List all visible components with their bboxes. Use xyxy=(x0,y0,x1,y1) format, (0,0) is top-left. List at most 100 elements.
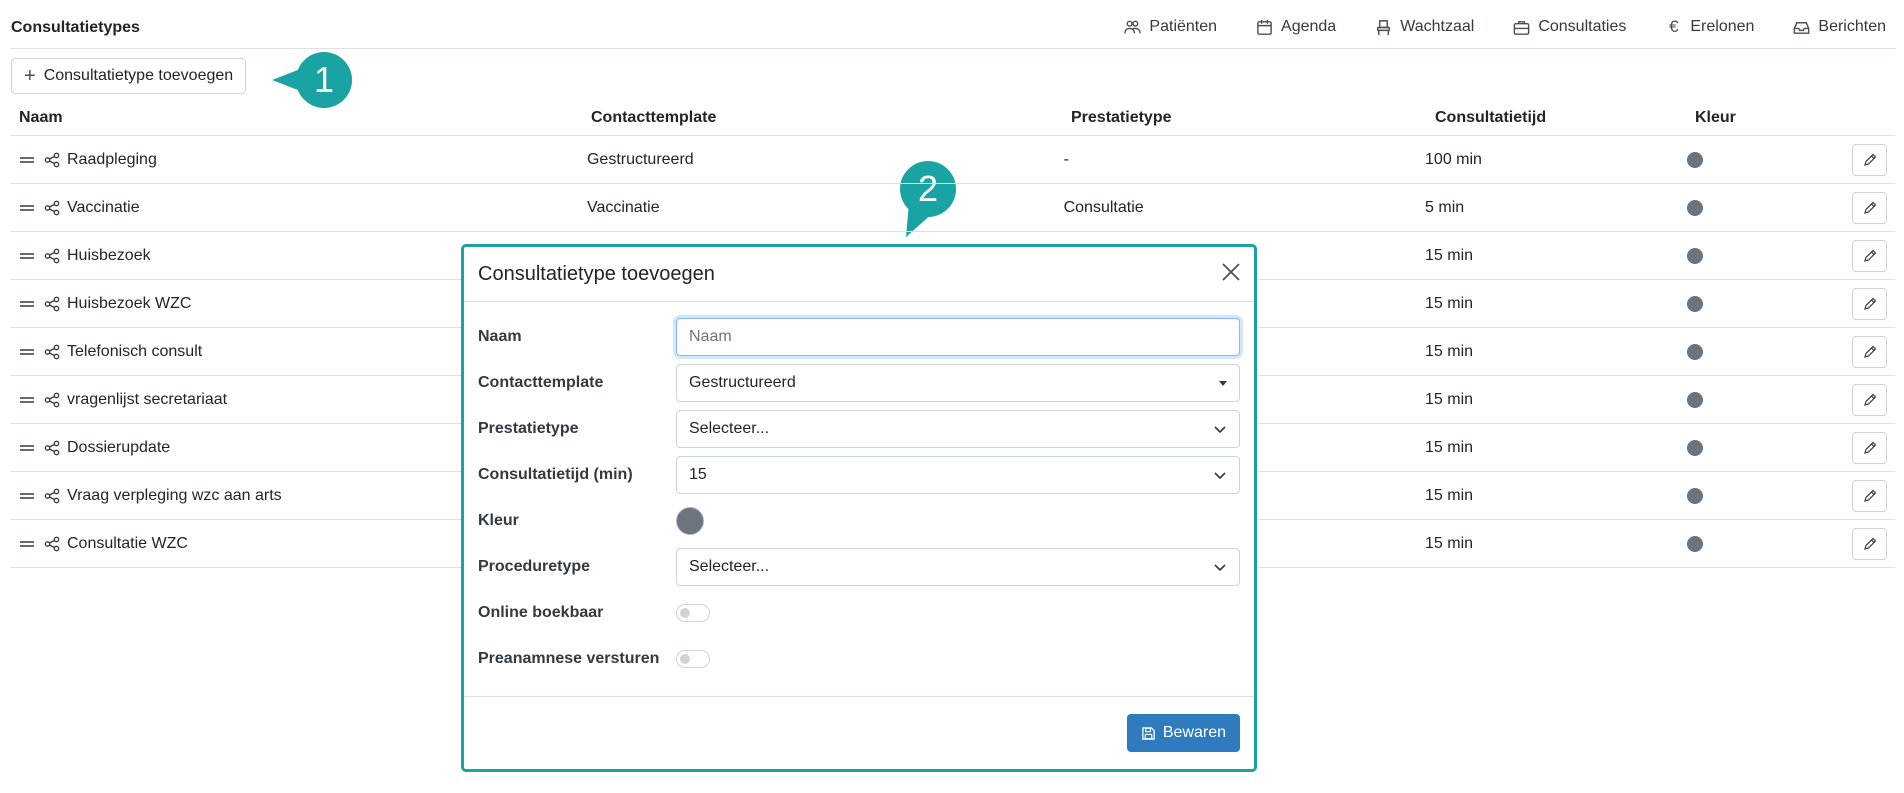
cell-kleur xyxy=(1683,535,1852,552)
naam-input[interactable] xyxy=(676,318,1240,356)
nav-agenda[interactable]: Agenda xyxy=(1255,17,1336,37)
edit-button[interactable] xyxy=(1852,479,1887,512)
cell-kleur xyxy=(1683,343,1852,360)
cell-consultatietijd: 5 min xyxy=(1425,198,1465,216)
proceduretype-select[interactable]: Selecteer... xyxy=(676,548,1240,586)
cell-edit xyxy=(1852,287,1895,320)
color-dot xyxy=(1687,439,1704,456)
field-label: Online boekbaar xyxy=(478,604,604,621)
cell-edit xyxy=(1852,239,1895,272)
drag-handle-icon[interactable] xyxy=(19,440,35,456)
cell-kleur xyxy=(1683,391,1852,408)
nav-berichten[interactable]: Berichten xyxy=(1792,17,1886,37)
table-row[interactable]: Raadpleging Gestructureerd - 100 min xyxy=(11,136,1895,184)
naam-text: Vraag verpleging wzc aan arts xyxy=(67,486,282,504)
close-icon[interactable] xyxy=(1220,261,1242,283)
cell-contacttemplate: Gestructureerd xyxy=(586,150,694,168)
edit-button[interactable] xyxy=(1852,335,1887,368)
color-dot xyxy=(1687,295,1704,312)
modal-title: Consultatietype toevoegen xyxy=(478,262,715,285)
cell-kleur xyxy=(1683,439,1852,456)
edit-button[interactable] xyxy=(1852,431,1887,464)
share-nodes-icon xyxy=(44,344,60,359)
drag-handle-icon[interactable] xyxy=(19,392,35,408)
naam-text: Huisbezoek WZC xyxy=(67,294,192,312)
drag-handle-icon[interactable] xyxy=(19,152,35,168)
naam-text: Vaccinatie xyxy=(67,198,140,216)
add-consultatietype-button[interactable]: + Consultatietype toevoegen xyxy=(11,58,247,94)
consultatietijd-select[interactable]: 15 xyxy=(676,456,1240,494)
calendar-icon xyxy=(1257,19,1272,35)
field-label: Naam xyxy=(478,328,522,345)
pencil-icon xyxy=(1863,489,1876,502)
field-prestatietype: Prestatietype Selecteer... xyxy=(478,406,1240,452)
column-header-contacttemplate[interactable]: Contacttemplate xyxy=(591,109,1071,127)
edit-button[interactable] xyxy=(1852,239,1887,272)
nav-label: Agenda xyxy=(1281,18,1337,35)
chevron-down-icon xyxy=(1214,564,1226,572)
cell-kleur xyxy=(1683,487,1852,504)
cell-consultatietijd: 15 min xyxy=(1425,342,1474,360)
drag-handle-icon[interactable] xyxy=(19,296,35,312)
color-dot xyxy=(1687,391,1704,408)
nav-label: Wachtzaal xyxy=(1400,18,1475,35)
table-row[interactable]: Vaccinatie Vaccinatie Consultatie 5 min xyxy=(11,184,1895,232)
column-header-kleur[interactable]: Kleur xyxy=(1695,109,1865,127)
field-label: Kleur xyxy=(478,512,519,529)
preanamnese-toggle[interactable] xyxy=(676,650,710,668)
prestatietype-select[interactable]: Selecteer... xyxy=(676,410,1240,448)
naam-text: Dossierupdate xyxy=(67,438,171,456)
nav-erelonen[interactable]: € Erelonen xyxy=(1664,17,1754,37)
chevron-down-icon xyxy=(1214,426,1226,434)
edit-button[interactable] xyxy=(1852,287,1887,320)
top-navigation: Patiënten Agenda Wachtzaal Consultaties … xyxy=(1123,17,1886,37)
select-value: Selecteer... xyxy=(689,420,770,437)
drag-handle-icon[interactable] xyxy=(19,536,35,552)
edit-button[interactable] xyxy=(1852,191,1887,224)
drag-handle-icon[interactable] xyxy=(19,200,35,216)
color-dot xyxy=(1687,343,1704,360)
naam-text: Telefonisch consult xyxy=(67,342,203,360)
drag-handle-icon[interactable] xyxy=(19,488,35,504)
cell-kleur xyxy=(1683,295,1852,312)
cell-naam: Vaccinatie xyxy=(11,199,587,217)
edit-button[interactable] xyxy=(1852,143,1887,176)
edit-button[interactable] xyxy=(1852,383,1887,416)
modal-header: Consultatietype toevoegen xyxy=(464,247,1254,302)
cell-edit xyxy=(1852,143,1895,176)
naam-text: Consultatie WZC xyxy=(67,534,188,552)
pencil-icon xyxy=(1863,153,1876,166)
pencil-icon xyxy=(1863,393,1876,406)
nav-consultaties[interactable]: Consultaties xyxy=(1512,17,1626,37)
field-naam: Naam xyxy=(478,314,1240,360)
field-consultatietijd: Consultatietijd (min) 15 xyxy=(478,452,1240,498)
select-value: 15 xyxy=(689,466,707,483)
floppy-disk-icon xyxy=(1142,726,1155,740)
share-nodes-icon xyxy=(44,392,60,407)
edit-button[interactable] xyxy=(1852,527,1887,560)
page: Consultatietypes Patiënten Agenda Wachtz… xyxy=(0,0,1904,793)
save-button[interactable]: Bewaren xyxy=(1126,714,1240,752)
column-header-naam[interactable]: Naam xyxy=(11,109,591,127)
field-preanamnese: Preanamnese versturen xyxy=(478,636,1240,682)
nav-patienten[interactable]: Patiënten xyxy=(1123,17,1217,37)
inbox-icon xyxy=(1794,21,1810,34)
header-divider xyxy=(11,48,1896,49)
drag-handle-icon[interactable] xyxy=(19,248,35,264)
drag-handle-icon[interactable] xyxy=(19,344,35,360)
column-header-consultatietijd[interactable]: Consultatietijd xyxy=(1435,109,1695,127)
cell-edit xyxy=(1852,383,1895,416)
color-dot xyxy=(1687,151,1704,168)
save-label: Bewaren xyxy=(1162,724,1226,741)
table-header: Naam Contacttemplate Prestatietype Consu… xyxy=(11,101,1895,136)
cell-naam: Raadpleging xyxy=(11,151,587,169)
kleur-color-picker[interactable] xyxy=(676,507,704,535)
cell-consultatietijd: 15 min xyxy=(1425,438,1474,456)
column-header-prestatietype[interactable]: Prestatietype xyxy=(1071,109,1435,127)
online-boekbaar-toggle[interactable] xyxy=(676,604,710,622)
contacttemplate-select[interactable]: Gestructureerd xyxy=(676,364,1240,402)
nav-wachtzaal[interactable]: Wachtzaal xyxy=(1374,17,1474,37)
field-proceduretype: Proceduretype Selecteer... xyxy=(478,544,1240,590)
color-dot xyxy=(1687,535,1704,552)
pencil-icon xyxy=(1863,201,1876,214)
